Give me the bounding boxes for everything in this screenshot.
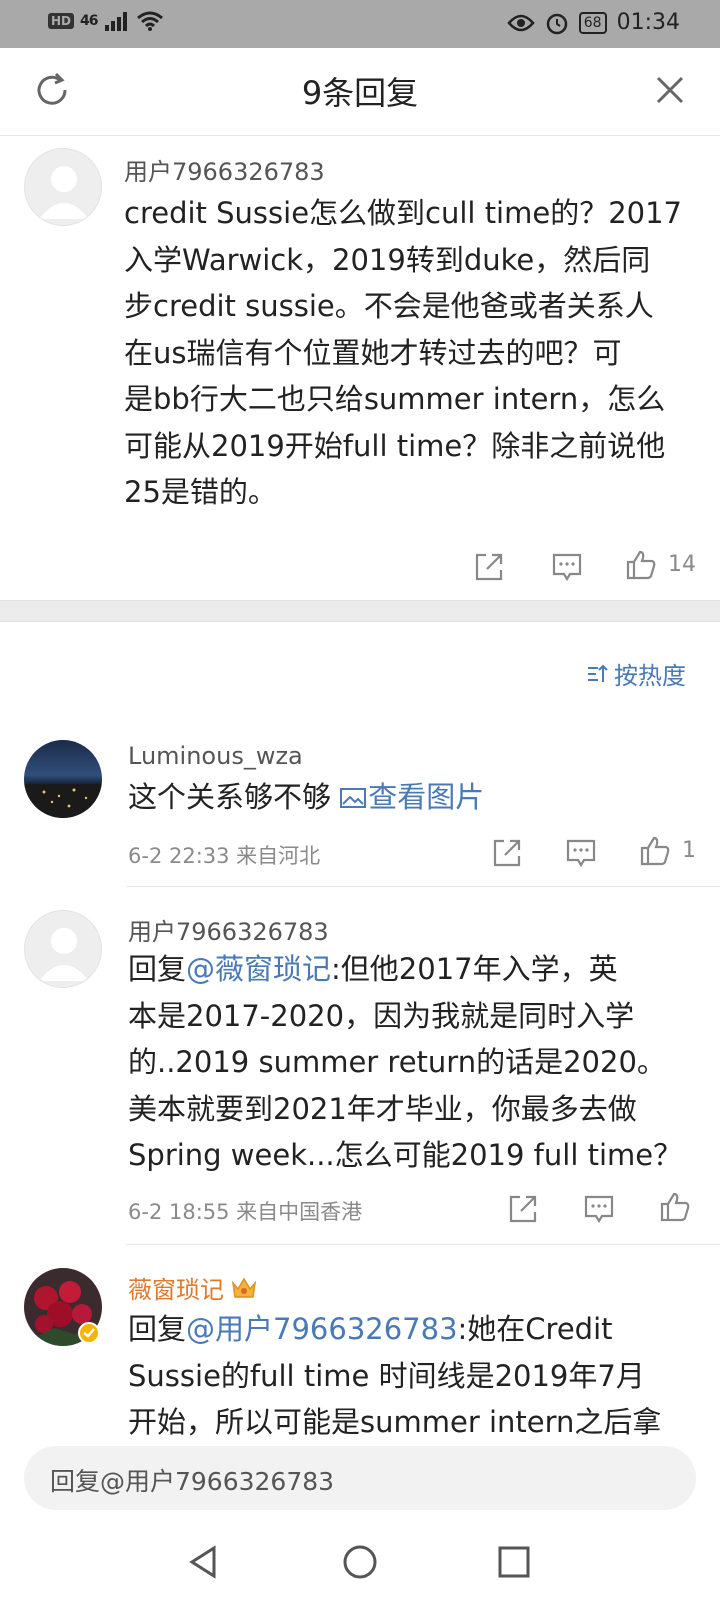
reply-line: 回复@薇窗琐记:但他2017年入学，英 (128, 946, 698, 993)
back-icon[interactable] (184, 1542, 224, 1582)
reply-author[interactable]: 薇窗琐记 (128, 1270, 258, 1305)
reply-line: 回复@用户7966326783:她在Credit (128, 1306, 698, 1353)
comment-line: 是bb行大二也只给summer intern，怎么 (124, 382, 666, 416)
view-image-label: 查看图片 (368, 780, 485, 814)
reply-line: 开始，所以可能是summer intern之后拿 (128, 1405, 662, 1436)
page-title: 9条回复 (301, 74, 419, 112)
like-count: 1 (682, 838, 696, 863)
comment-text: credit Sussie怎么做到cull time的？2017 入学Warwi… (124, 190, 694, 516)
reply-author-name: 薇窗琐记 (128, 1276, 224, 1304)
reply-text: 回复@用户7966326783:她在Credit Sussie的full tim… (128, 1306, 698, 1436)
image-icon (340, 788, 367, 808)
wifi-icon (136, 11, 163, 31)
comment-author[interactable]: 用户7966326783 (124, 152, 325, 187)
section-divider (0, 600, 720, 622)
alarm-icon (546, 13, 568, 34)
sort-icon (588, 664, 608, 682)
avatar[interactable] (24, 910, 102, 988)
share-icon[interactable] (490, 836, 524, 870)
close-icon[interactable] (650, 70, 690, 110)
comment-line: 入学Warwick，2019转到duke，然后同 (124, 242, 651, 277)
avatar[interactable] (24, 148, 102, 226)
default-avatar-icon (39, 166, 89, 219)
reply-input[interactable]: 回复@用户7966326783 (24, 1446, 696, 1510)
comment-line: 可能从2019开始full time？除非之前说他 (124, 428, 666, 463)
reply-line: 本是2017-2020，因为我就是同时入学 (128, 998, 635, 1033)
check-icon (83, 1328, 95, 1338)
like-icon[interactable] (658, 1190, 692, 1224)
reply-author[interactable]: Luminous_wza (128, 742, 303, 770)
recents-icon[interactable] (494, 1542, 534, 1582)
reply-line-text: :她在Credit (457, 1312, 613, 1346)
system-nav-bar (0, 1520, 720, 1600)
eye-icon (507, 14, 535, 31)
reply-timestamp: 6-2 18:55 来自中国香港 (128, 1200, 363, 1224)
like-icon[interactable] (624, 548, 658, 582)
signal-icon (104, 12, 127, 31)
comment-icon[interactable] (582, 1192, 616, 1226)
reply-separator (126, 886, 720, 887)
comment-icon[interactable] (550, 550, 584, 584)
view-image-link[interactable]: 查看图片 (340, 780, 484, 814)
like-count: 14 (668, 552, 696, 577)
sort-label: 按热度 (614, 662, 686, 690)
comment-line: 25是错的。 (124, 475, 277, 509)
reply-prefix: 回复 (128, 1312, 187, 1346)
reply-line: Sussie的full time 时间线是2019年7月 (128, 1358, 645, 1393)
mention-link[interactable]: @用户7966326783 (186, 1312, 458, 1346)
reply-separator (126, 1244, 720, 1245)
reply-input-placeholder: 回复@用户7966326783 (50, 1467, 335, 1496)
comment-icon[interactable] (564, 836, 598, 870)
crown-icon (231, 1277, 257, 1298)
default-avatar-icon (39, 928, 89, 981)
status-bar: HD 46 68 01:34 (0, 0, 720, 48)
battery-indicator: 68 (578, 11, 607, 34)
network-label: 46 (80, 13, 99, 29)
hd-badge: HD (48, 13, 75, 29)
comment-line: 步credit sussie。不会是他爸或者关系人 (124, 289, 654, 323)
mention-link[interactable]: @薇窗琐记 (186, 952, 331, 986)
reply-timestamp: 6-2 22:33 来自河北 (128, 844, 321, 868)
comment-line: 在us瑞信有个位置她才转过去的吧？可 (124, 335, 622, 370)
verified-badge (78, 1322, 100, 1344)
reply-author[interactable]: 用户7966326783 (128, 912, 329, 947)
reply-text-body: 这个关系够不够 (128, 780, 341, 814)
reply-text: 回复@薇窗琐记:但他2017年入学，英 本是2017-2020，因为我就是同时入… (128, 946, 698, 1179)
reply-line: 的..2019 summer return的话是2020。 (128, 1045, 666, 1079)
reply-prefix: 回复 (128, 952, 187, 986)
comment-line: credit Sussie怎么做到cull time的？2017 (124, 196, 683, 230)
reply-line: 美本就要到2021年才毕业，你最多去做 (128, 1091, 637, 1126)
share-icon[interactable] (472, 550, 506, 584)
sheet-header: 9条回复 (0, 48, 720, 136)
reply-text: 这个关系够不够 查看图片 (128, 774, 688, 821)
clock: 01:34 (616, 10, 680, 35)
sort-by-hot-button[interactable]: 按热度 (586, 656, 686, 691)
like-icon[interactable] (638, 834, 672, 868)
home-icon[interactable] (340, 1542, 380, 1582)
city-night-photo (24, 784, 102, 818)
reply-line: Spring week...怎么可能2019 full time？ (128, 1138, 683, 1172)
avatar[interactable] (24, 740, 102, 818)
reply-line-text: :但他2017年入学，英 (331, 952, 618, 986)
share-icon[interactable] (506, 1192, 540, 1226)
